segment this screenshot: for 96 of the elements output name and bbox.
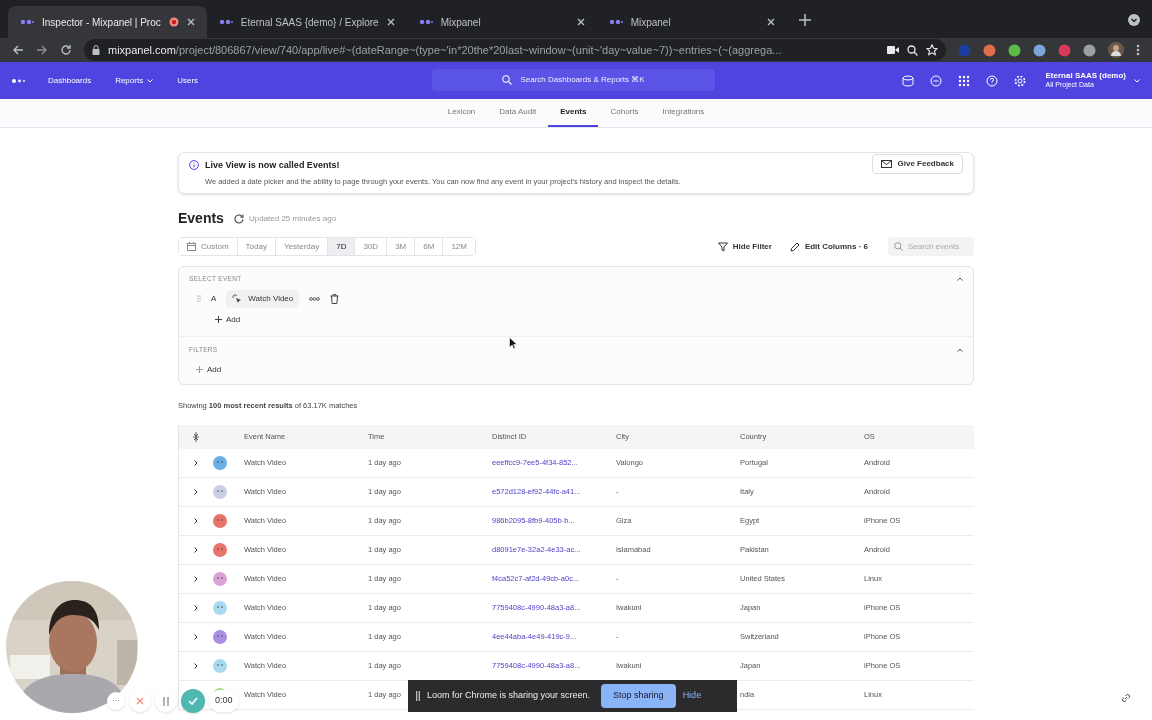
nav-tab[interactable]: Data Audit [487,99,549,127]
nav-link[interactable]: Dashboards [48,74,92,87]
chevron-right-icon[interactable] [194,488,198,495]
nav-link[interactable]: Reports [115,74,154,87]
browser-tab[interactable]: Inspector - Mixpanel | Proc [8,6,207,38]
nav-tab[interactable]: Events [548,99,599,127]
mail-icon [880,160,892,168]
dots-icon [418,19,433,25]
new-tab-icon[interactable] [798,14,811,26]
updated-text: Updated 25 minutes ago [248,212,337,225]
hide-button[interactable]: Hide [682,689,702,703]
extension-icon[interactable] [1033,43,1046,57]
zoom-icon [907,44,918,56]
more-icon[interactable] [309,296,321,301]
add-filter-button[interactable]: Add [196,363,222,376]
minus-circle-icon[interactable] [929,74,942,87]
pause-icon [416,691,420,701]
dots-icon [218,19,233,25]
tab-title: Mixpanel [630,15,672,30]
tab-title: Inspector - Mixpanel | Proc [42,15,161,30]
hide-filter-button[interactable]: Hide Filter [717,240,772,253]
plus-icon [215,316,222,324]
timer: 0:00 [209,690,239,712]
reload-icon[interactable] [60,44,72,56]
cursor-icon [509,337,517,349]
search-icon [502,75,513,85]
trash-icon[interactable] [330,293,340,304]
logo-icon[interactable] [12,78,26,83]
menu-icon[interactable] [1136,44,1140,56]
chevron-right-icon[interactable] [194,604,198,611]
forward-icon[interactable] [36,44,48,56]
tab-search-icon[interactable] [1128,14,1140,26]
chevron-right-icon[interactable] [194,517,198,524]
close-icon [136,697,144,705]
chevron-down-icon [1134,78,1140,83]
chevron-right-icon[interactable] [194,662,198,669]
search-field[interactable]: Search Dashboards & Reports ⌘K [432,69,715,91]
chevron-right-icon[interactable] [194,459,198,466]
back-icon[interactable] [12,44,24,56]
address-bar[interactable]: mixpanel.com/project/806867/view/740/app/live#~(dateRange~(type~'in*20the*20last~window~(unit~'day~value~7))~entries~(~(aggrega... [84,39,946,61]
browser-tab[interactable]: Mixpanel [596,6,787,38]
extension-icon[interactable] [1058,43,1071,57]
settings-icon[interactable] [1013,74,1026,87]
event-chip[interactable]: Watch Video [226,289,300,308]
tab-title: Mixpanel [440,15,482,30]
feedback-button[interactable]: Give Feedback [871,154,963,174]
extension-icon[interactable] [1008,43,1021,57]
sharing-message: Loom for Chrome is sharing your screen. [427,689,591,703]
dots-icon [20,19,34,25]
nav-link[interactable]: Users [177,74,199,87]
add-event-button[interactable]: Add [215,313,241,326]
pause-icon [163,696,169,706]
pencil-icon [789,241,800,252]
chevron-right-icon[interactable] [194,546,198,553]
close-icon[interactable] [576,18,585,26]
refresh-icon[interactable] [233,213,244,224]
close-icon[interactable] [766,18,775,26]
plus-icon [196,366,203,373]
link-icon[interactable] [1121,693,1131,703]
browser-tab[interactable]: Eternal SAAS {demo} / Explore [206,6,407,38]
edit-columns-button[interactable]: Edit Columns · 6 [789,240,868,253]
chevron-up-icon[interactable] [957,347,963,352]
page-title: Events [178,209,224,228]
chevron-up-icon[interactable] [957,276,963,281]
chevron-right-icon[interactable] [194,575,198,582]
extension-icon[interactable] [983,43,996,57]
database-icon[interactable] [901,74,914,87]
browser-tab[interactable]: Mixpanel [406,6,597,38]
url-text: mixpanel.com/project/806867/view/740/app/live#~(dateRange~(type~'in*20the*20last~window~(unit~'day~value~7))~entries~(~(aggrega... [108,42,783,58]
apps-icon[interactable] [957,74,970,87]
nav-tab[interactable]: Cohorts [598,99,651,127]
event-letter: A [211,292,217,305]
tab-title: Eternal SAAS {demo} / Explore [240,15,379,30]
chevron-right-icon[interactable] [194,633,198,640]
dots-icon [608,19,623,25]
date-range-button[interactable]: 7D [328,238,356,255]
calendar-icon [187,242,196,251]
click-icon [232,293,243,304]
profile-icon[interactable] [1108,42,1124,58]
banner-title: Live View is now called Events! [205,159,341,173]
check-icon [188,697,198,705]
close-icon[interactable] [386,18,395,26]
stop-sharing-button[interactable]: Stop sharing [601,684,676,708]
extension-icon[interactable] [1083,43,1096,57]
info-icon [189,160,199,170]
search-field[interactable]: Search events [888,237,974,256]
star-icon[interactable] [926,44,938,56]
nav-tab[interactable]: Integrations [650,99,717,127]
help-icon[interactable] [985,74,998,87]
close-icon[interactable] [186,18,195,26]
nav-tab[interactable]: Lexicon [435,99,488,127]
collapse-icon[interactable] [193,431,199,442]
date-range-button[interactable]: Custom [179,238,238,255]
filter-icon [717,241,728,252]
lock-icon [92,45,100,55]
camera-icon [887,45,899,55]
